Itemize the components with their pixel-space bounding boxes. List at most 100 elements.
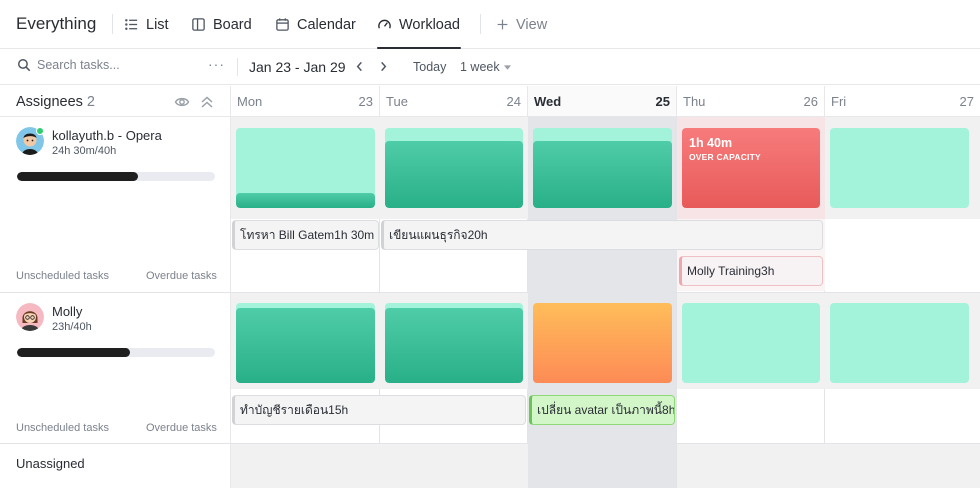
day-number: 23 bbox=[358, 94, 373, 109]
workload-gauge-icon bbox=[378, 19, 391, 29]
task-bar[interactable]: ทำบัญชีรายเดือน 15h bbox=[232, 395, 526, 425]
unassigned-area bbox=[677, 444, 980, 488]
unassigned-area bbox=[231, 444, 528, 488]
divider bbox=[112, 14, 113, 34]
eye-icon[interactable] bbox=[174, 94, 190, 110]
toolbar: ··· Jan 23 - Jan 29 Today 1 week bbox=[0, 49, 980, 85]
day-name: Wed bbox=[534, 94, 562, 109]
overdue-tasks-link[interactable]: Overdue tasks bbox=[146, 270, 217, 282]
capacity-block-mon[interactable] bbox=[236, 303, 375, 383]
next-week-button[interactable] bbox=[376, 58, 390, 74]
capacity-block-fri[interactable] bbox=[830, 128, 969, 208]
task-title: เขียนแผนธุรกิจ bbox=[389, 227, 468, 242]
board-icon bbox=[192, 18, 205, 31]
day-number: 25 bbox=[655, 94, 670, 109]
tab-calendar-label: Calendar bbox=[297, 16, 356, 33]
workload-progress-bar bbox=[17, 172, 215, 181]
calendar-icon bbox=[276, 18, 289, 31]
day-header-fri: Fri 27 bbox=[825, 86, 980, 117]
day-header-wed: Wed 25 bbox=[528, 86, 677, 117]
search-box bbox=[17, 58, 187, 72]
task-title: Molly Training bbox=[687, 264, 762, 278]
over-capacity-amount: 1h 40m bbox=[689, 136, 733, 150]
assignee-row-kollayuth: kollayuth.b - Opera 24h 30m/40h Unschedu… bbox=[0, 117, 231, 292]
overdue-tasks-link[interactable]: Overdue tasks bbox=[146, 422, 217, 434]
task-duration: 8h bbox=[662, 403, 675, 417]
tab-list[interactable]: List bbox=[124, 0, 169, 49]
day-name: Thu bbox=[683, 94, 706, 109]
capacity-block-fri[interactable] bbox=[830, 303, 969, 383]
day-header-thu: Thu 26 bbox=[677, 86, 825, 117]
tab-workload[interactable]: Workload bbox=[377, 0, 461, 49]
page-title: Everything bbox=[16, 14, 97, 33]
day-number: 24 bbox=[506, 94, 521, 109]
day-name: Tue bbox=[386, 94, 408, 109]
task-duration: 20h bbox=[467, 228, 488, 242]
task-bar[interactable]: Molly Training 3h bbox=[679, 256, 823, 286]
workload-grid: Assignees 2 Mon 23 Tue 24 Wed 25 Thu 26 F… bbox=[0, 86, 980, 488]
task-duration: 15h bbox=[328, 403, 349, 417]
today-button[interactable]: Today bbox=[413, 60, 446, 74]
previous-week-button[interactable] bbox=[352, 58, 366, 74]
workload-progress-fill bbox=[17, 348, 130, 357]
chevron-right-icon bbox=[380, 61, 386, 71]
capacity-block-mon[interactable] bbox=[236, 128, 375, 208]
day-number: 26 bbox=[803, 94, 818, 109]
unscheduled-tasks-link[interactable]: Unscheduled tasks bbox=[16, 270, 109, 282]
add-view-label: View bbox=[516, 16, 548, 33]
divider bbox=[237, 58, 238, 76]
more-options-icon[interactable]: ··· bbox=[208, 56, 225, 72]
task-bar[interactable]: โทรหา Bill Gatem 1h 30m bbox=[232, 220, 379, 250]
assignees-header: Assignees 2 bbox=[0, 86, 231, 117]
assignee-name[interactable]: kollayuth.b - Opera bbox=[52, 128, 162, 143]
capacity-block-wed-near[interactable] bbox=[533, 303, 672, 383]
day-header-tue: Tue 24 bbox=[380, 86, 528, 117]
unassigned-row: Unassigned bbox=[0, 444, 231, 488]
capacity-block-thu-over[interactable]: 1h 40m OVER CAPACITY bbox=[682, 128, 820, 208]
list-icon bbox=[125, 19, 138, 30]
divider bbox=[480, 14, 481, 34]
capacity-block-thu[interactable] bbox=[682, 303, 820, 383]
task-duration: 3h bbox=[761, 264, 775, 278]
assignee-name[interactable]: Molly bbox=[52, 304, 82, 319]
tab-list-label: List bbox=[146, 16, 169, 33]
capacity-used-fill bbox=[533, 141, 672, 208]
over-capacity-label: OVER CAPACITY bbox=[689, 152, 761, 162]
period-dropdown[interactable]: 1 week bbox=[460, 60, 511, 74]
capacity-block-wed[interactable] bbox=[533, 128, 672, 208]
task-title: โทรหา Bill Gatem bbox=[240, 227, 335, 242]
day-name: Mon bbox=[237, 94, 263, 109]
unassigned-label: Unassigned bbox=[16, 456, 85, 471]
workload-progress-fill bbox=[17, 172, 138, 181]
view-bar: Everything List Board Calendar Workload … bbox=[0, 0, 980, 49]
assignees-label: Assignees bbox=[16, 94, 83, 110]
task-title: ทำบัญชีรายเดือน bbox=[240, 402, 329, 417]
assignees-title: Assignees 2 bbox=[16, 94, 95, 110]
chevron-left-icon bbox=[356, 61, 362, 71]
caret-down-icon bbox=[503, 64, 511, 70]
task-bar[interactable]: เปลี่ยน avatar เป็นภาพนี้ 8h bbox=[529, 395, 675, 425]
search-icon bbox=[18, 59, 31, 72]
date-range[interactable]: Jan 23 - Jan 29 bbox=[249, 59, 346, 75]
tab-board-label: Board bbox=[213, 16, 252, 33]
task-bar[interactable]: เขียนแผนธุรกิจ 20h bbox=[381, 220, 823, 250]
online-status-badge bbox=[36, 127, 44, 135]
day-name: Fri bbox=[831, 94, 847, 109]
tab-workload-label: Workload bbox=[399, 16, 460, 33]
capacity-used-fill bbox=[385, 308, 523, 383]
tab-calendar[interactable]: Calendar bbox=[275, 0, 356, 49]
avatar[interactable] bbox=[16, 303, 44, 331]
capacity-block-tue[interactable] bbox=[385, 303, 523, 383]
task-duration: 1h 30m bbox=[334, 228, 375, 242]
day-header-mon: Mon 23 bbox=[231, 86, 380, 117]
search-input[interactable] bbox=[37, 58, 187, 72]
assignee-hours: 24h 30m/40h bbox=[52, 145, 117, 157]
add-view-button[interactable]: View bbox=[496, 0, 547, 49]
capacity-block-tue[interactable] bbox=[385, 128, 523, 208]
tab-board[interactable]: Board bbox=[191, 0, 252, 49]
collapse-icon[interactable] bbox=[199, 94, 215, 110]
unscheduled-tasks-link[interactable]: Unscheduled tasks bbox=[16, 422, 109, 434]
assignee-row-molly: Molly 23h/40h Unscheduled tasks Overdue … bbox=[0, 293, 231, 443]
task-title: เปลี่ยน avatar เป็นภาพนี้ bbox=[537, 402, 663, 417]
day-number: 27 bbox=[959, 94, 974, 109]
